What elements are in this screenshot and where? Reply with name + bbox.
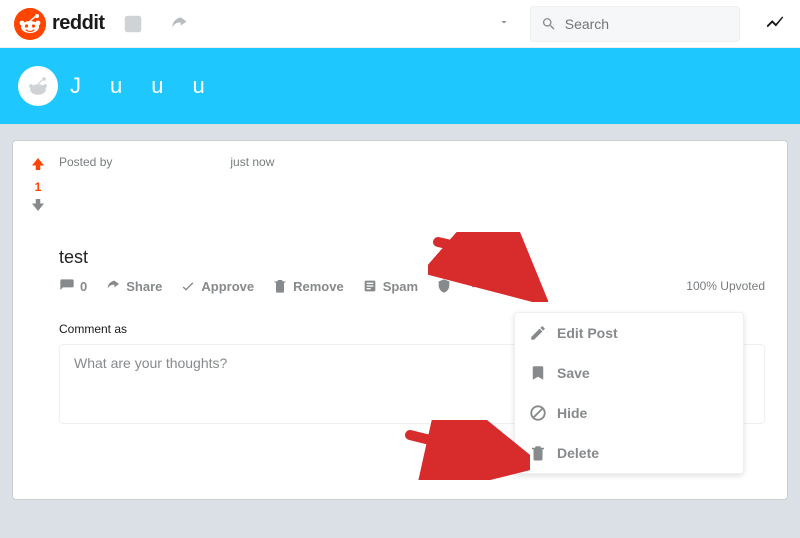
post-meta: Posted by just now	[59, 155, 765, 169]
posted-by-label: Posted by	[59, 155, 112, 169]
menu-save[interactable]: Save	[515, 353, 743, 393]
share-button[interactable]: Share	[105, 278, 162, 294]
top-header: reddit	[0, 0, 800, 48]
post-action-bar: 0 Share Approve Remove Spam	[59, 278, 765, 294]
banner-text-fragment: J	[70, 73, 82, 99]
search-input[interactable]	[565, 16, 729, 32]
vote-score: 1	[35, 180, 42, 194]
share-icon	[105, 278, 121, 294]
menu-save-label: Save	[557, 365, 590, 381]
approve-label: Approve	[201, 279, 254, 294]
menu-hide[interactable]: Hide	[515, 393, 743, 433]
brand-text: reddit	[52, 12, 105, 35]
upvote-icon[interactable]	[29, 155, 47, 178]
downvote-icon[interactable]	[29, 196, 47, 219]
menu-delete-label: Delete	[557, 445, 599, 461]
menu-delete[interactable]: Delete	[515, 433, 743, 473]
more-button[interactable]	[470, 278, 486, 294]
approve-button[interactable]: Approve	[180, 278, 254, 294]
banner-text-fragment: u	[110, 73, 123, 99]
post-time: just now	[230, 155, 274, 169]
post-title: test	[59, 247, 765, 268]
menu-edit-post[interactable]: Edit Post	[515, 313, 743, 353]
remove-label: Remove	[293, 279, 344, 294]
banner-text-fragment: u	[151, 73, 164, 99]
trash-icon	[529, 444, 547, 462]
search-icon	[541, 15, 557, 33]
spam-icon	[362, 278, 378, 294]
trending-icon[interactable]	[764, 10, 786, 37]
upvoted-percentage: 100% Upvoted	[686, 279, 765, 293]
chevron-down-icon[interactable]	[498, 15, 510, 33]
check-icon	[180, 278, 196, 294]
comments-count: 0	[80, 279, 87, 294]
comment-placeholder: What are your thoughts?	[74, 355, 227, 371]
remove-button[interactable]: Remove	[272, 278, 344, 294]
spam-button[interactable]: Spam	[362, 278, 418, 294]
home-dropdown-icon[interactable]	[115, 8, 151, 40]
vote-column: 1	[23, 155, 53, 219]
reddit-icon	[14, 8, 46, 40]
comment-icon	[59, 278, 75, 294]
share-label: Share	[126, 279, 162, 294]
more-icon	[470, 278, 486, 294]
pencil-icon	[529, 324, 547, 342]
subreddit-avatar[interactable]	[18, 66, 58, 106]
menu-hide-label: Hide	[557, 405, 587, 421]
banner-text-fragment: u	[193, 73, 206, 99]
shield-icon	[436, 278, 452, 294]
subreddit-banner: J u u u	[0, 48, 800, 124]
bookmark-icon	[529, 364, 547, 382]
share-header-icon[interactable]	[161, 8, 197, 40]
comments-button[interactable]: 0	[59, 278, 87, 294]
menu-edit-label: Edit Post	[557, 325, 618, 341]
shield-button[interactable]	[436, 278, 452, 294]
post-overflow-menu: Edit Post Save Hide Delete	[514, 312, 744, 474]
spam-label: Spam	[383, 279, 418, 294]
hide-icon	[529, 404, 547, 422]
reddit-logo[interactable]: reddit	[14, 8, 105, 40]
trash-icon	[272, 278, 288, 294]
search-box[interactable]	[530, 6, 740, 42]
subreddit-title: J u u u	[70, 73, 206, 99]
